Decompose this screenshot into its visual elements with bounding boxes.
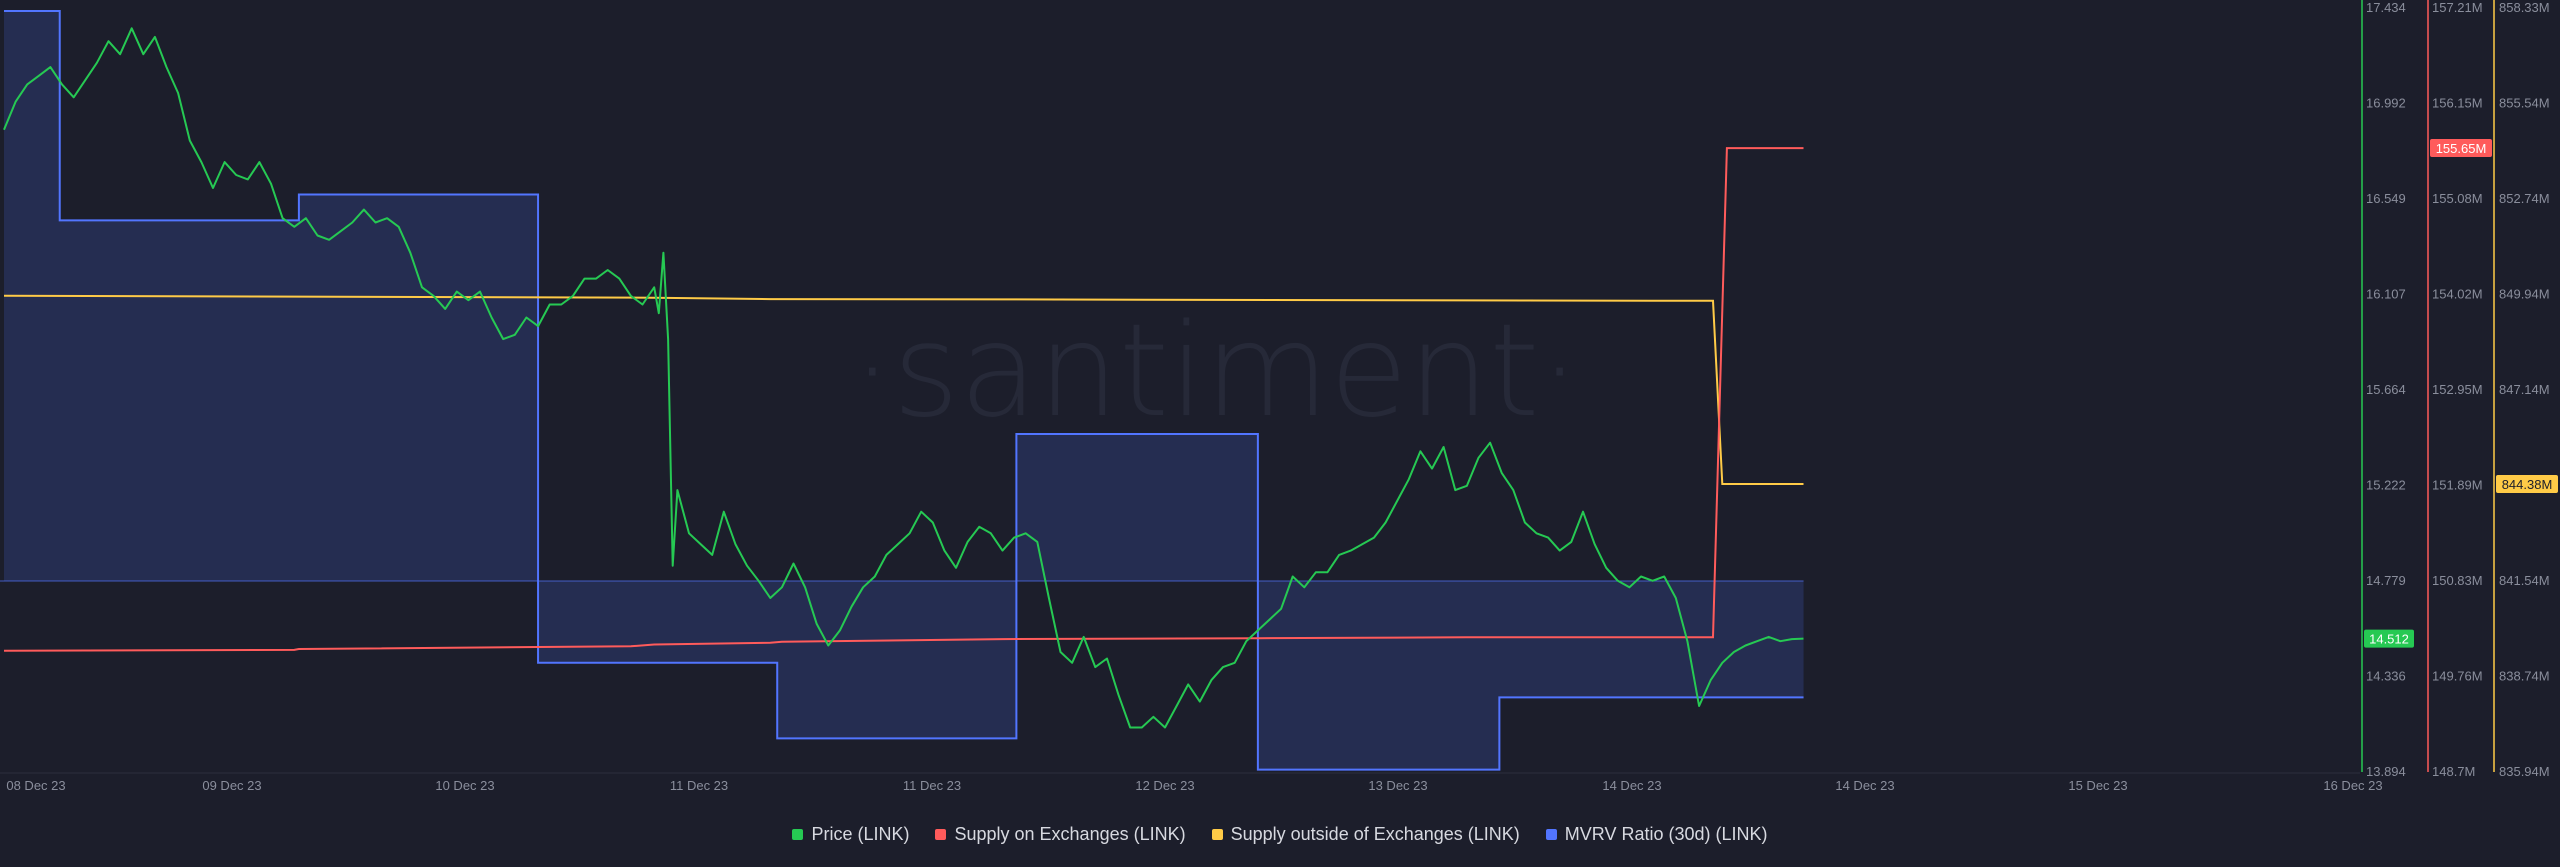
- y-tick-label: 148.7M: [2432, 764, 2475, 779]
- supply-on-exchanges-current-badge: 155.65M: [2430, 139, 2492, 158]
- x-tick-label: 09 Dec 23: [202, 778, 261, 793]
- x-tick-label: 08 Dec 23: [6, 778, 65, 793]
- y-tick-label: 152.95M: [2432, 382, 2483, 397]
- x-tick-label: 15 Dec 23: [2068, 778, 2127, 793]
- badge-label: 155.65M: [2436, 141, 2487, 156]
- x-tick-label: 14 Dec 23: [1835, 778, 1894, 793]
- y-tick-label: 838.74M: [2499, 669, 2550, 684]
- y-tick-label: 15.222: [2366, 478, 2406, 493]
- x-tick-label: 11 Dec 23: [670, 778, 728, 793]
- santiment-watermark: ·santiment·: [852, 297, 1580, 446]
- legend-swatch: [792, 828, 804, 840]
- x-tick-label: 13 Dec 23: [1368, 778, 1427, 793]
- y-tick-label: 16.992: [2366, 96, 2406, 111]
- y-tick-label: 852.74M: [2499, 191, 2550, 206]
- x-tick-label: 16 Dec 23: [2323, 778, 2382, 793]
- legend-swatch: [935, 828, 947, 840]
- legend-swatch: [1545, 828, 1557, 840]
- x-tick-label: 14 Dec 23: [1602, 778, 1661, 793]
- legend-item[interactable]: MVRV Ratio (30d) (LINK): [1545, 823, 1768, 845]
- chart-legend: Price (LINK) Supply on Exchanges (LINK) Su…: [0, 818, 2560, 850]
- y-tick-label: 855.54M: [2499, 96, 2550, 111]
- y-tick-label: 835.94M: [2499, 764, 2550, 779]
- y-tick-label: 13.894: [2366, 764, 2406, 779]
- legend-item[interactable]: Price (LINK): [792, 824, 909, 845]
- y-tick-label: 16.107: [2366, 287, 2406, 302]
- legend-label: Supply outside of Exchanges (LINK): [1230, 823, 1520, 844]
- legend-item[interactable]: Supply outside of Exchanges (LINK): [1211, 823, 1520, 845]
- price-current-badge: 14.512: [2364, 629, 2414, 648]
- y-tick-label: 14.779: [2366, 573, 2406, 588]
- y-tick-label: 149.76M: [2432, 669, 2483, 684]
- supply-outside-exchanges-current-badge: 844.38M: [2496, 475, 2558, 494]
- y-tick-label: 858.33M: [2499, 0, 2550, 15]
- y-tick-label: 849.94M: [2499, 287, 2550, 302]
- x-tick-label: 10 Dec 23: [435, 778, 494, 793]
- y-tick-label: 155.08M: [2432, 191, 2483, 206]
- legend-item[interactable]: Supply on Exchanges (LINK): [935, 823, 1186, 845]
- legend-swatch: [1211, 828, 1223, 840]
- y-tick-label: 150.83M: [2432, 573, 2483, 588]
- badge-label: 14.512: [2369, 632, 2409, 647]
- y-tick-label: 15.664: [2366, 382, 2406, 397]
- y-tick-label: 157.21M: [2432, 0, 2483, 15]
- legend-label: MVRV Ratio (30d) (LINK): [1564, 823, 1768, 844]
- chart-svg: ·santiment· 17.434 16.992 16.549 16.107 15.6…: [0, 0, 2558, 793]
- x-tick-label: 12 Dec 23: [1135, 778, 1194, 793]
- y-tick-label: 16.549: [2366, 191, 2406, 206]
- legend-label: Price (LINK): [811, 823, 910, 844]
- x-tick-label: 11 Dec 23: [903, 778, 961, 793]
- badge-label: 844.38M: [2502, 477, 2553, 492]
- y-tick-label: 841.54M: [2499, 573, 2550, 588]
- y-tick-label: 156.15M: [2432, 96, 2483, 111]
- y-tick-label: 14.336: [2366, 669, 2406, 684]
- chart-area: ·santiment· 17.434 16.992 16.549 16.107 15.6…: [0, 0, 2560, 867]
- y-tick-label: 17.434: [2366, 0, 2406, 15]
- y-tick-label: 151.89M: [2432, 478, 2483, 493]
- legend-label: Supply on Exchanges (LINK): [954, 823, 1186, 844]
- y-tick-label: 154.02M: [2432, 287, 2483, 302]
- y-tick-label: 847.14M: [2499, 382, 2550, 397]
